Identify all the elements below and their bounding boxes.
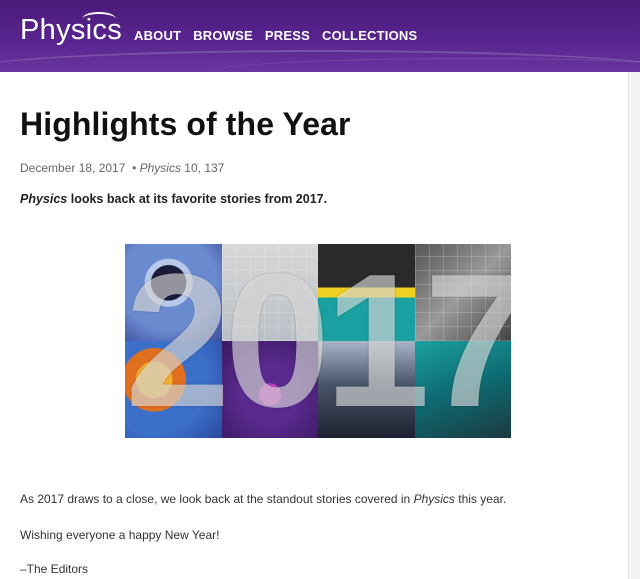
paragraph-journal: Physics — [413, 492, 455, 506]
banner-digit: 1 — [324, 244, 430, 438]
banner-year-text: 2 0 1 7 — [125, 244, 511, 438]
nav-press[interactable]: PRESS — [265, 28, 310, 43]
summary-journal: Physics — [20, 192, 68, 206]
year-banner-image: 2 0 1 7 — [125, 244, 511, 438]
site-header: Physics ABOUT BROWSE PRESS COLLECTIONS — [0, 0, 640, 72]
nav-collections[interactable]: COLLECTIONS — [322, 28, 417, 43]
article-date: December 18, 2017 — [20, 161, 126, 175]
nav-about[interactable]: ABOUT — [134, 28, 181, 43]
nav-browse[interactable]: BROWSE — [193, 28, 253, 43]
paragraph-text: As 2017 draws to a close, we look back a… — [20, 492, 414, 506]
paragraph-text: –The Editors — [20, 562, 89, 576]
article-summary: Physics looks back at its favorite stori… — [20, 192, 327, 206]
body-paragraph: As 2017 draws to a close, we look back a… — [20, 492, 506, 506]
article-title: Highlights of the Year — [20, 106, 351, 142]
main-nav: ABOUT BROWSE PRESS COLLECTIONS — [134, 28, 417, 43]
summary-text: looks back at its favorite stories from … — [67, 192, 328, 206]
body-paragraph: Wishing everyone a happy New Year! — [20, 528, 219, 542]
page-scrollbar[interactable] — [628, 72, 640, 579]
signature-line: –The Editors — [20, 562, 88, 576]
banner-digit: 7 — [424, 244, 511, 438]
article-citation: 10, 137 — [184, 161, 225, 175]
journal-name[interactable]: Physics — [140, 161, 181, 175]
paragraph-text-end: this year. — [454, 492, 507, 506]
paragraph-text: Wishing everyone a happy New Year! — [20, 528, 220, 542]
banner-digit: 2 — [125, 244, 231, 438]
banner-digit: 0 — [224, 244, 331, 438]
logo-arc-icon — [82, 12, 116, 26]
article-meta: December 18, 2017 • Physics 10, 137 — [20, 161, 225, 175]
